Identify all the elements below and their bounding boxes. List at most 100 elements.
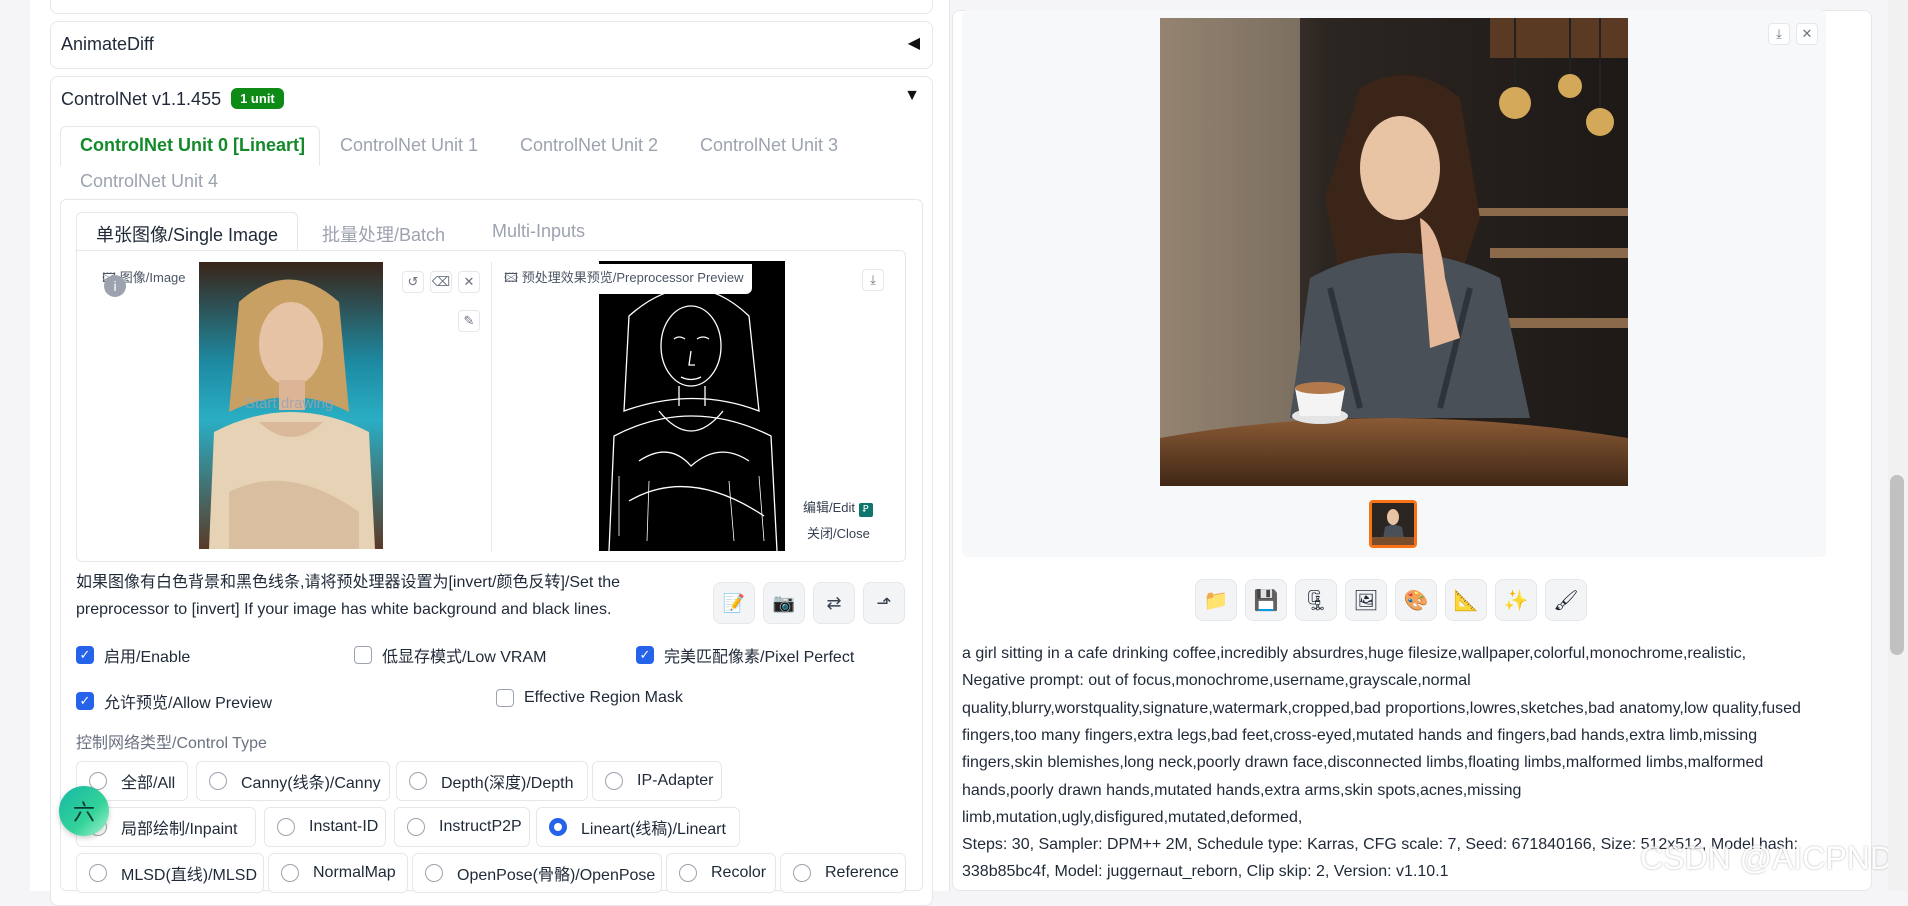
preview-label-icon: 🖾 [504,270,522,285]
save-button[interactable]: 💾 [1245,579,1287,621]
divider [491,262,492,552]
edit-app-icon: Ꝑ [858,503,873,517]
radio-dot [793,864,811,882]
info-line: quality,blurry,worstquality,signature,wa… [962,699,1801,717]
radio-dot [409,772,427,790]
low-vram-checkbox[interactable]: 低显存模式/Low VRAM [354,643,546,667]
control-type-all-label: 全部/All [121,775,176,792]
webcam-icon[interactable]: 📷 [763,582,805,624]
undo-icon[interactable]: ↺ [402,271,424,293]
tab-unit-3[interactable]: ControlNet Unit 3 [700,135,838,156]
control-type-lineart-label: Lineart(线稿)/Lineart [581,821,726,838]
preprocessor-preview-image [599,261,785,551]
control-type-depth[interactable]: Depth(深度)/Depth [396,761,588,801]
preview-label: 🖾 预处理效果预览/Preprocessor Preview [498,264,752,294]
send-dimensions-icon[interactable]: ⬏ [863,582,905,624]
palette-button[interactable]: 🎨 [1395,579,1437,621]
enable-checkbox[interactable]: ✓ 启用/Enable [76,643,190,667]
page-scrollbar-track[interactable] [1888,0,1908,891]
radio-dot [209,772,227,790]
control-type-canny-label: Canny(线条)/Canny [241,775,381,792]
effective-region-mask-label: Effective Region Mask [524,689,683,706]
ruler-button[interactable]: 📐 [1445,579,1487,621]
control-type-instructp2p-label: InstructP2P [439,818,522,835]
info-line: a girl sitting in a cafe drinking coffee… [962,645,1747,662]
check-icon: ✓ [76,646,94,664]
animatediff-title: AnimateDiff [61,34,154,54]
effective-region-mask-checkbox[interactable]: Effective Region Mask [496,689,683,707]
sparkle-button[interactable]: ✨ [1495,579,1537,621]
gallery-thumbnail[interactable] [1369,500,1417,548]
control-type-instant-id[interactable]: Instant-ID [264,807,386,847]
radio-dot [679,864,697,882]
unit-count-badge: 1 unit [231,88,284,109]
gallery-download-icon[interactable]: ⤓ [1768,23,1790,45]
subtab-batch[interactable]: 批量处理/Batch [322,221,445,247]
hint-text: 如果图像有白色背景和黑色线条,请将预处理器设置为[invert/颜色反转]/Se… [76,569,620,623]
animatediff-accordion[interactable]: AnimateDiff ◀ [50,21,933,69]
output-image[interactable] [1160,18,1628,486]
allow-preview-label: 允许预览/Allow Preview [104,695,273,712]
info-line: hands,poorly drawn hands,mutated hands,e… [962,781,1522,799]
control-type-ip-adapter[interactable]: IP-Adapter [592,761,722,801]
hint-line-1: 如果图像有白色背景和黑色线条,请将预处理器设置为[invert/颜色反转]/Se… [76,574,621,591]
tab-unit-1[interactable]: ControlNet Unit 1 [340,135,478,156]
close-button[interactable]: 关闭/Close [803,522,874,543]
expand-down-icon[interactable]: ▼ [904,87,920,105]
page-scrollbar-thumb[interactable] [1890,475,1904,655]
folder-icon: 📁 [1203,589,1229,612]
control-type-lineart[interactable]: Lineart(线稿)/Lineart [536,807,740,847]
control-type-reference-label: Reference [825,864,899,881]
floating-assistant-button[interactable]: 六 [59,786,109,836]
tab-unit-2[interactable]: ControlNet Unit 2 [520,135,658,156]
eraser-icon[interactable]: ⌫ [430,271,452,293]
pixel-perfect-checkbox[interactable]: ✓ 完美匹配像素/Pixel Perfect [636,643,854,667]
control-type-mlsd[interactable]: MLSD(直线)/MLSD [76,853,264,893]
folder-button[interactable]: 📁 [1195,579,1237,621]
control-type-openpose-label: OpenPose(骨骼)/OpenPose [457,867,656,884]
control-type-recolor-label: Recolor [711,864,767,881]
control-type-openpose[interactable]: OpenPose(骨骼)/OpenPose [412,853,662,893]
clear-icon[interactable]: ✕ [458,271,480,293]
enable-label: 启用/Enable [104,649,191,666]
subtab-single-image[interactable]: 单张图像/Single Image [96,221,278,247]
collapse-left-icon[interactable]: ◀ [908,33,920,53]
edit-label: 编辑/Edit [803,500,856,515]
brush-icon: 🖌 [1553,589,1579,612]
tab-unit-0[interactable]: ControlNet Unit 0 [Lineart] [80,135,305,156]
control-type-reference[interactable]: Reference [780,853,906,893]
low-vram-label: 低显存模式/Low VRAM [382,649,547,666]
brush-button[interactable]: 🖌 [1545,579,1587,621]
tab-unit-4[interactable]: ControlNet Unit 4 [80,171,218,192]
pixel-perfect-label: 完美匹配像素/Pixel Perfect [664,649,855,666]
edit-button[interactable]: 编辑/Edit Ꝑ [799,496,877,518]
allow-preview-checkbox[interactable]: ✓ 允许预览/Allow Preview [76,689,272,713]
controlnet-title: ControlNet v1.1.455 [61,89,222,109]
control-type-recolor[interactable]: Recolor [666,853,776,893]
start-drawing-hint: Start drawing [245,395,334,412]
control-type-normalmap[interactable]: NormalMap [268,853,408,893]
radio-dot [425,864,443,882]
control-type-mlsd-label: MLSD(直线)/MLSD [121,867,258,884]
swap-icon[interactable]: ⇄ [813,582,855,624]
subtab-multi-inputs[interactable]: Multi-Inputs [492,221,585,242]
radio-dot [281,864,299,882]
info-line: 338b85bc4f, Model: juggernaut_reborn, Cl… [962,863,1449,881]
controlnet-header[interactable]: ControlNet v1.1.455 1 unit [61,88,284,110]
checkbox-box [354,646,372,664]
control-type-canny[interactable]: Canny(线条)/Canny [196,761,390,801]
control-type-depth-label: Depth(深度)/Depth [441,775,574,792]
brush-tool-icon[interactable]: ✎ [458,310,480,332]
image-icon: 🖼 [1353,589,1379,612]
download-icon[interactable]: ⤓ [862,269,884,291]
image-button[interactable]: 🖼 [1345,579,1387,621]
control-type-normalmap-label: NormalMap [313,864,396,881]
zip-button[interactable]: 🗜 [1295,579,1337,621]
control-type-instructp2p[interactable]: InstructP2P [394,807,530,847]
control-type-ip-adapter-label: IP-Adapter [637,772,714,789]
ruler-icon: 📐 [1453,589,1479,612]
create-canvas-icon[interactable]: 📝 [713,582,755,624]
gallery-close-icon[interactable]: ✕ [1796,23,1818,45]
watermark: CSDN @AICPND [1640,840,1893,876]
info-icon[interactable]: i [104,275,126,297]
